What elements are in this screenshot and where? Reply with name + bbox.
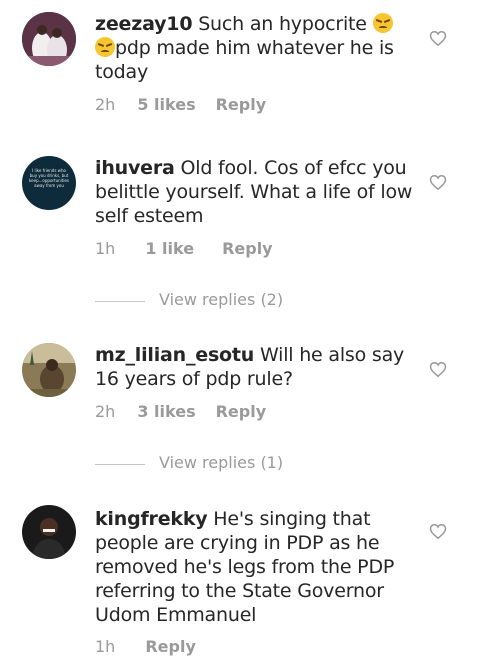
comment-likes-count[interactable]: 5 likes [137,95,195,114]
comment-likes-count[interactable]: 3 likes [137,402,195,421]
comment-text: mz_lilian_esotu Will he also say 16 year… [95,343,415,391]
view-replies-label[interactable]: View replies (2) [159,290,283,309]
comment-timestamp: 1h [95,239,116,258]
view-replies-toggle[interactable]: View replies (1) [95,453,395,477]
heart-icon[interactable] [429,361,447,378]
comment-text: kingfrekky He's singing that people are … [95,507,415,627]
comment-meta: 1h Reply [95,637,196,656]
heart-icon[interactable] [429,30,447,47]
comment-body: Such an hypocrite [192,13,373,35]
reply-button[interactable]: Reply [145,637,196,656]
comment-text: ihuvera Old fool. Cos of efcc you belitt… [95,156,415,228]
heart-icon[interactable] [429,523,447,540]
avatar[interactable] [22,12,76,66]
comment-timestamp: 2h [95,95,116,114]
comment-timestamp: 2h [95,402,116,421]
view-replies-label[interactable]: View replies (1) [159,453,283,472]
comment-username[interactable]: kingfrekky [95,508,208,530]
comment-username[interactable]: ihuvera [95,157,175,179]
comment-username[interactable]: mz_lilian_esotu [95,344,254,366]
comment-meta: 1h 1 like Reply [95,239,273,258]
avatar-image [22,343,76,397]
reply-button[interactable]: Reply [216,95,267,114]
avatar[interactable] [22,343,76,397]
divider-line [95,301,145,302]
comment-meta: 2h 5 likes Reply [95,95,266,114]
comment-timestamp: 1h [95,637,116,656]
avatar[interactable] [22,505,76,559]
confounded-face-emoji-icon [372,13,393,33]
comment-likes-count[interactable]: 1 like [145,239,194,258]
comment-username[interactable]: zeezay10 [95,13,193,35]
view-replies-toggle[interactable]: View replies (2) [95,290,395,314]
comment-text: zeezay10 Such an hypocrite pdp made him … [95,12,415,84]
reply-button[interactable]: Reply [222,239,273,258]
comment-meta: 2h 3 likes Reply [95,402,266,421]
confounded-face-emoji-icon [95,37,115,57]
reply-button[interactable]: Reply [216,402,267,421]
avatar[interactable]: I like friends who buy you drinks, but k… [22,156,76,210]
comment-body-continued: pdp made him whatever he is today [95,37,394,83]
avatar-image [22,12,76,66]
avatar-image-text: I like friends who buy you drinks, but k… [28,168,70,188]
divider-line [95,464,145,465]
heart-icon[interactable] [429,174,447,191]
avatar-image [22,505,76,559]
